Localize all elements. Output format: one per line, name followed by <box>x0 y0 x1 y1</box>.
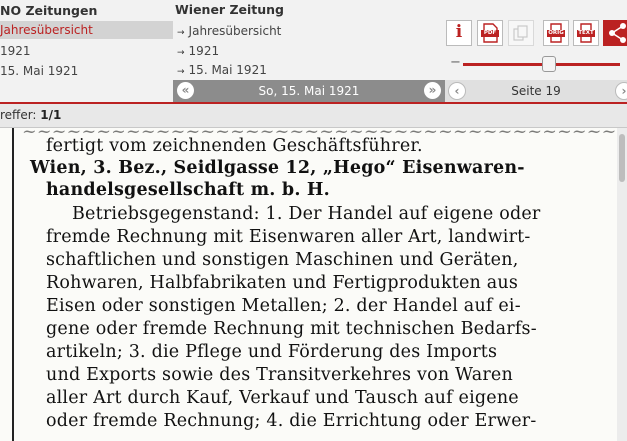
article-line: Rohwaren, Halbfabrikaten und Fertigprodu… <box>46 273 519 293</box>
hits-value: 1/1 <box>40 108 62 122</box>
zoom-slider-handle[interactable] <box>542 56 557 72</box>
nav-label: 1921 <box>188 44 220 58</box>
pdf-download-button[interactable]: PDF <box>477 20 503 46</box>
original-view-button[interactable]: ORIG <box>543 20 569 46</box>
nav-link-year-overview[interactable]: Jahresübersicht <box>0 21 173 39</box>
info-button[interactable]: i <box>446 20 472 46</box>
arrow-right-icon: → <box>177 48 185 58</box>
scrollbar-thumb[interactable] <box>619 134 625 182</box>
article-line: aller Art durch Kauf, Verkauf und Tausch… <box>46 388 519 408</box>
newspaper-title: Wiener Zeitung <box>175 2 284 17</box>
hits-label: reffer: <box>0 108 37 122</box>
article-line: fremde Rechnung mit Eisenwaren aller Art… <box>46 227 531 247</box>
text-view-button[interactable]: TEXT <box>573 20 599 46</box>
nav-link-year-overview[interactable]: → Jahresübersicht <box>177 24 281 38</box>
text-label: TEXT <box>578 30 594 36</box>
share-button[interactable] <box>603 20 627 46</box>
collection-title: NO Zeitungen <box>0 3 98 18</box>
article-line: Eisen oder sonstigen Metallen; 2. der Ha… <box>46 296 521 316</box>
article-line: artikeln; 3. die Pflege und Förderung de… <box>46 342 498 362</box>
newspaper-scan-viewer[interactable]: ~~~~~~~~~~~~~~~~~~~~~~~~~~~~~~~~~~~~~~~~… <box>0 128 627 441</box>
arrow-right-icon: → <box>177 28 185 38</box>
article-line: und Exports sowie des Transitverkehres v… <box>46 365 513 385</box>
compare-pages-button[interactable] <box>508 20 534 46</box>
pdf-label: PDF <box>483 30 497 36</box>
page-navigation-bar: ‹ Seite 19 › <box>445 80 627 102</box>
nav-link-date[interactable]: 15. Mai 1921 <box>0 64 78 78</box>
nav-link-date[interactable]: → 15. Mai 1921 <box>177 63 267 77</box>
article-heading-line: handelsgesellschaft m. b. H. <box>46 180 330 200</box>
page-number: Seite 19 <box>511 84 561 98</box>
orig-label: ORIG <box>548 30 564 36</box>
issue-date: So, 15. Mai 1921 <box>258 84 360 98</box>
article-line: oder fremde Rechnung; 4. die Errichtung … <box>46 411 537 431</box>
article-line: fertigt vom zeichnenden Geschäftsführer. <box>46 136 423 156</box>
arrow-right-icon: → <box>177 67 185 77</box>
search-hits-bar: reffer: 1/1 <box>0 104 627 128</box>
nav-link-year[interactable]: → 1921 <box>177 44 219 58</box>
article-heading-line: Wien, 3. Bez., Seidlgasse 12, „Hego“ Eis… <box>30 158 525 178</box>
adjacent-column-edge <box>0 128 14 441</box>
article-line: schaftlichen und sonstigen Maschinen und… <box>46 250 519 270</box>
nav-label: Jahresübersicht <box>188 24 282 38</box>
search-hits: reffer: 1/1 <box>0 108 61 122</box>
article-line: gene oder fremde Rechnung mit technische… <box>46 319 537 339</box>
next-page-button[interactable]: › <box>615 82 627 100</box>
nav-label: 15. Mai 1921 <box>188 63 267 77</box>
share-icon <box>609 23 626 43</box>
article-line: Betriebsgegenstand: 1. Der Handel auf ei… <box>72 204 541 224</box>
vertical-scrollbar[interactable] <box>617 128 627 441</box>
double-page-icon <box>513 25 528 41</box>
newspaper-collection-column: NO Zeitungen Jahresübersicht 1921 15. Ma… <box>0 0 173 102</box>
info-icon: i <box>455 22 463 42</box>
date-navigation-bar: « So, 15. Mai 1921 » <box>173 80 445 102</box>
nav-link-year[interactable]: 1921 <box>0 44 31 58</box>
zoom-out-icon[interactable]: − <box>450 55 461 70</box>
next-issue-button[interactable]: » <box>424 82 441 99</box>
